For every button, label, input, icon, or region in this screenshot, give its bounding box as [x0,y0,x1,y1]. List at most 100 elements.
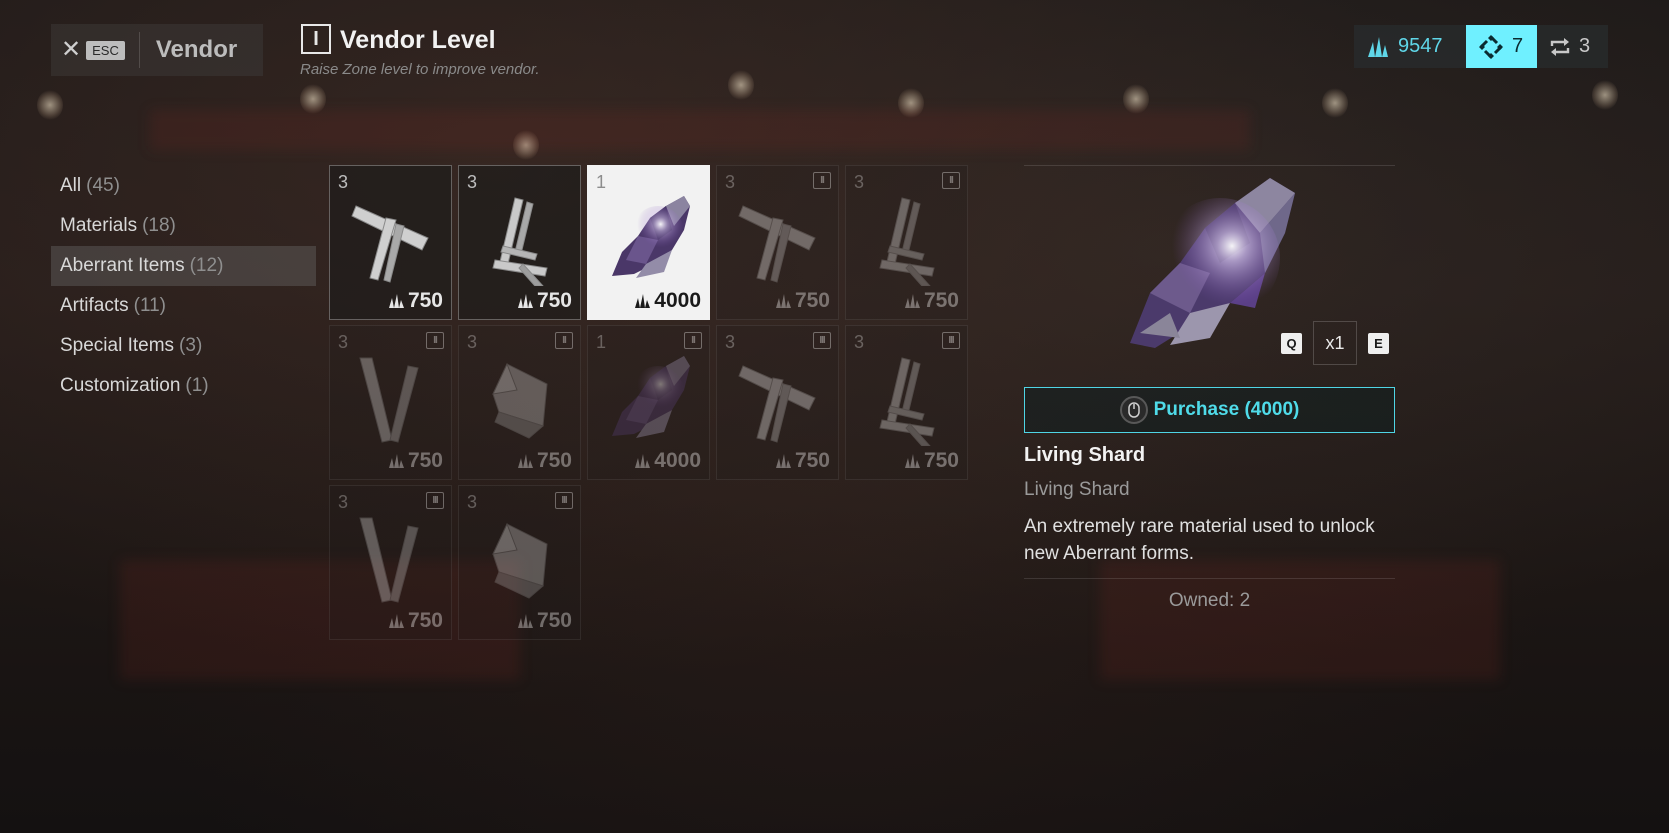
item-stack-count: 3 [467,492,478,512]
close-button[interactable]: ✕ ESC [51,24,125,76]
quantity-stepper: Q x1 E [1281,321,1389,365]
item-price: 4000 [634,289,701,313]
shard-currency-icon [775,293,792,309]
category-label: Customization [60,375,181,396]
item-tile[interactable]: 1 II 4000 [587,325,710,480]
item-price-value: 750 [536,609,572,632]
category-count: (11) [133,295,167,316]
item-tile[interactable]: 3 II 750 [329,325,452,480]
category-label: Aberrant Items [60,255,185,276]
shard-currency-icon [517,453,534,469]
living-shard-preview [1110,173,1310,368]
item-stack-count: 3 [725,332,736,352]
vendor-header: ✕ ESC Vendor [51,24,263,76]
item-price: 750 [904,289,959,313]
shards-currency: 9547 [1354,25,1466,68]
item-stack-count: 3 [467,332,478,352]
category-count: (12) [189,255,224,276]
item-stack-count: 3 [338,332,349,352]
item-tile[interactable]: 3 III 750 [458,485,581,640]
category-label: Special Items [60,335,175,356]
item-stack-count: 1 [596,172,607,192]
tier-icon: II [555,332,573,349]
item-tile[interactable]: 3 II 750 [458,325,581,480]
category-materials[interactable]: Materials (18) [51,206,316,246]
shard-currency-icon [904,453,921,469]
item-description: An extremely rare material used to unloc… [1024,516,1375,564]
shard-currency-icon [634,293,651,309]
category-artifacts[interactable]: Artifacts (11) [51,286,316,326]
item-price-value: 4000 [654,449,701,472]
item-tile[interactable]: 3 III 750 [716,325,839,480]
item-type: Living Shard [1024,479,1130,500]
tier-icon: II [684,332,702,349]
item-price: 750 [388,449,443,473]
category-label: All [60,175,82,196]
shard-currency-icon [388,613,405,629]
esc-key-hint: ESC [86,40,125,60]
item-tile[interactable]: 3 750 [458,165,581,320]
category-special-items[interactable]: Special Items (3) [51,326,316,366]
shard-currency-icon [904,293,921,309]
owned-count: Owned: 2 [1168,590,1251,611]
item-price: 750 [775,449,830,473]
item-price-value: 750 [923,289,959,312]
category-count: (3) [179,335,203,356]
divider [138,32,140,68]
category-all[interactable]: All (45) [51,166,316,206]
shard-currency-icon [634,453,651,469]
item-tile[interactable]: 3 750 [329,165,452,320]
item-stack-count: 3 [854,332,865,352]
decrease-quantity-key[interactable]: Q [1281,332,1302,354]
item-price: 750 [388,609,443,633]
rerolls-amount: 3 [1579,35,1591,57]
tier-icon: III [555,492,573,509]
item-stack-count: 3 [467,172,478,192]
shards-amount: 9547 [1398,35,1443,57]
increase-quantity-key[interactable]: E [1368,332,1389,354]
item-price-value: 750 [407,609,443,632]
close-icon: ✕ [61,36,82,63]
item-price-value: 750 [407,449,443,472]
category-count: (45) [86,175,120,196]
tier-icon: III [942,332,960,349]
rerolls-currency: 3 [1537,25,1608,68]
item-price-value: 4000 [654,289,701,312]
item-price: 4000 [634,449,701,473]
item-price-value: 750 [794,449,830,472]
item-stack-count: 3 [854,172,865,192]
item-price: 750 [904,449,959,473]
currency-bar: 9547 7 3 [1354,25,1608,68]
quantity-value: x1 [1313,321,1357,365]
item-tile[interactable]: 1 4000 [587,165,710,320]
item-stack-count: 1 [596,332,607,352]
shard-currency-icon [775,453,792,469]
tier-icon: III [813,332,831,349]
item-tile[interactable]: 3 II 750 [716,165,839,320]
item-price-value: 750 [536,289,572,312]
item-price-value: 750 [407,289,443,312]
category-customization[interactable]: Customization (1) [51,366,316,406]
item-name: Living Shard [1024,444,1146,466]
shard-currency-icon [388,453,405,469]
tier-icon: II [942,172,960,189]
item-tile[interactable]: 3 II 750 [845,165,968,320]
category-count: (1) [185,375,209,396]
category-label: Materials [60,215,138,236]
purchase-button[interactable]: Purchase (4000) [1024,387,1395,433]
item-stack-count: 3 [725,172,736,192]
tier-icon: II [813,172,831,189]
tier-icon: III [426,492,444,509]
vendor-level-subtitle: Raise Zone level to improve vendor. [300,61,540,78]
item-tile[interactable]: 3 III 750 [845,325,968,480]
mouse-click-icon [1119,396,1148,424]
item-price-value: 750 [794,289,830,312]
shard-currency-icon [517,613,534,629]
vendor-level-badge: I [301,24,331,54]
item-tile[interactable]: 3 III 750 [329,485,452,640]
item-stack-count: 3 [338,492,349,512]
vendor-title: Vendor [155,36,238,63]
detail-divider [1024,578,1395,579]
category-aberrant-items[interactable]: Aberrant Items (12) [51,246,316,286]
tier-icon: II [426,332,444,349]
